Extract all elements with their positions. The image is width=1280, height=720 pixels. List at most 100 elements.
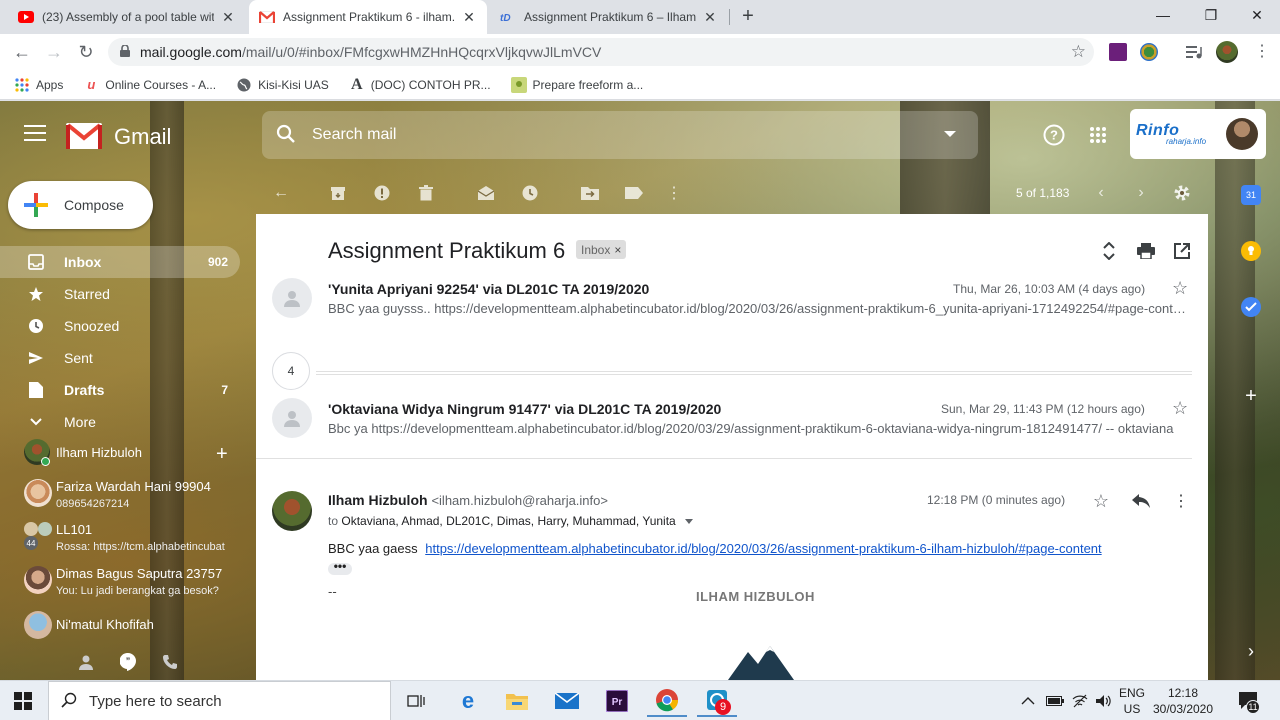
bookmark-online-courses[interactable]: u Online Courses - A... — [83, 77, 216, 93]
snooze-icon[interactable] — [519, 182, 541, 204]
address-bar[interactable]: mail.google.com/mail/u/0/#inbox/FMfcgxwH… — [108, 38, 1094, 66]
mail-app-icon[interactable] — [547, 685, 587, 717]
collapsed-messages-button[interactable]: 4 — [272, 352, 310, 390]
taskbar-search-box[interactable]: Type here to search — [48, 681, 391, 720]
close-tab-icon[interactable]: ✕ — [220, 9, 236, 26]
volume-icon[interactable] — [1096, 681, 1112, 720]
minimize-button[interactable]: — — [1140, 0, 1186, 30]
close-window-button[interactable]: ✕ — [1234, 0, 1280, 30]
delete-icon[interactable] — [415, 182, 437, 204]
input-language[interactable]: ENG US — [1118, 681, 1146, 720]
action-center-icon[interactable]: 11 — [1238, 691, 1260, 714]
google-apps-icon[interactable] — [1086, 123, 1110, 147]
close-tab-icon[interactable]: ✕ — [702, 9, 718, 26]
contact-item[interactable]: 44 LL101 Rossa: https://tcm.alphabetincu… — [24, 520, 249, 560]
taskbar-search-input[interactable]: Type here to search — [89, 693, 222, 710]
bookmark-star-icon[interactable]: ☆ — [1071, 42, 1086, 62]
inbox-label-chip[interactable]: Inbox × — [576, 240, 627, 259]
back-arrow-icon[interactable]: ← — [10, 40, 34, 64]
nav-item-more[interactable]: More — [0, 406, 240, 438]
bookmark-apps[interactable]: Apps — [14, 77, 63, 93]
keep-icon[interactable] — [1241, 241, 1261, 261]
help-icon[interactable]: ? — [1042, 123, 1066, 147]
bookmark-doc-contoh[interactable]: A (DOC) CONTOH PR... — [349, 76, 491, 93]
mark-unread-icon[interactable] — [475, 182, 497, 204]
new-conversation-plus-icon[interactable]: + — [216, 443, 228, 466]
star-icon[interactable]: ☆ — [1172, 278, 1188, 299]
wifi-icon[interactable] — [1072, 681, 1088, 720]
nav-item-starred[interactable]: Starred — [0, 278, 240, 310]
settings-gear-icon[interactable] — [1171, 182, 1193, 204]
nav-item-sent[interactable]: Sent — [0, 342, 240, 374]
task-view-icon[interactable] — [396, 685, 436, 717]
calendar-icon[interactable]: 31 — [1241, 185, 1261, 205]
gmail-logo[interactable]: Gmail — [66, 121, 171, 152]
nav-item-inbox[interactable]: Inbox 902 — [0, 246, 240, 278]
contact-item[interactable]: Fariza Wardah Hani 99904 089654267214 — [24, 477, 249, 517]
main-menu-icon[interactable] — [24, 125, 46, 141]
contact-item[interactable]: Dimas Bagus Saputra 23757 You: Lu jadi b… — [24, 564, 249, 604]
star-icon[interactable]: ☆ — [1172, 398, 1188, 419]
get-addons-plus-icon[interactable]: + — [1241, 385, 1261, 407]
forward-arrow-icon[interactable]: → — [42, 40, 66, 64]
older-chevron-icon[interactable]: › — [1130, 182, 1152, 204]
search-input[interactable]: Search mail — [312, 126, 396, 144]
search-mail-bar[interactable]: Search mail — [262, 111, 978, 159]
extension-globe-icon[interactable] — [1140, 43, 1158, 61]
more-actions-icon[interactable]: ⋮ — [663, 182, 685, 204]
bookmark-prepare-freeform[interactable]: Prepare freeform a... — [510, 76, 643, 93]
report-spam-icon[interactable] — [371, 182, 393, 204]
hangouts-user[interactable]: Ilham Hizbuloh — [24, 439, 142, 466]
file-explorer-icon[interactable] — [497, 685, 537, 717]
windows-start-icon[interactable] — [14, 692, 32, 710]
whatsapp-app-icon[interactable]: 9 — [697, 685, 737, 717]
tab-youtube[interactable]: (23) Assembly of a pool table wit ✕ — [8, 0, 246, 34]
back-to-inbox-icon[interactable]: ← — [270, 182, 292, 204]
newer-chevron-icon[interactable]: ‹ — [1090, 182, 1112, 204]
tab-wordpress[interactable]: tD Assignment Praktikum 6 – Ilham ✕ — [490, 0, 728, 34]
browser-menu-icon[interactable]: ⋮ — [1253, 43, 1271, 61]
hangouts-chat-icon[interactable]: ” — [119, 652, 136, 676]
archive-icon[interactable] — [327, 182, 349, 204]
body-link[interactable]: https://developmentteam.alphabetincubato… — [425, 541, 1101, 556]
reply-icon[interactable] — [1130, 490, 1152, 512]
show-trimmed-content-button[interactable]: ••• — [328, 560, 352, 575]
contact-name: Fariza Wardah Hani 99904 — [56, 479, 211, 494]
battery-icon[interactable] — [1046, 681, 1064, 720]
open-new-window-icon[interactable] — [1171, 240, 1193, 262]
phone-icon[interactable] — [162, 654, 178, 675]
edge-icon[interactable]: e — [448, 685, 488, 717]
extension-icon[interactable] — [1109, 43, 1127, 61]
profile-avatar[interactable] — [1216, 41, 1238, 63]
show-details-caret-icon[interactable] — [685, 519, 694, 525]
remove-label-icon[interactable]: × — [614, 243, 621, 257]
expand-side-panel-icon[interactable]: › — [1241, 641, 1261, 661]
print-icon[interactable] — [1135, 240, 1157, 262]
move-to-icon[interactable] — [579, 182, 601, 204]
label-icon[interactable] — [623, 182, 645, 204]
tab-gmail[interactable]: Assignment Praktikum 6 - ilham.h ✕ — [249, 0, 487, 34]
chrome-icon[interactable] — [647, 685, 687, 717]
contact-item[interactable]: Ni'matul Khofifah — [24, 609, 249, 649]
tasks-icon[interactable] — [1241, 297, 1261, 317]
search-icon[interactable] — [276, 124, 296, 147]
avatar — [38, 522, 52, 536]
close-tab-icon[interactable]: ✕ — [461, 9, 477, 26]
compose-button[interactable]: Compose — [8, 181, 153, 229]
nav-item-drafts[interactable]: Drafts 7 — [0, 374, 240, 406]
more-options-icon[interactable]: ⋮ — [1170, 490, 1192, 512]
expand-all-icon[interactable] — [1098, 240, 1120, 262]
restore-button[interactable]: ❐ — [1188, 0, 1234, 30]
media-playlist-icon[interactable] — [1185, 43, 1203, 61]
search-options-caret-icon[interactable] — [944, 131, 956, 137]
show-hidden-icons-caret-icon[interactable] — [1021, 681, 1035, 720]
star-icon[interactable]: ☆ — [1090, 490, 1112, 512]
recipients-line[interactable]: to Oktaviana, Ahmad, DL201C, Dimas, Harr… — [328, 514, 694, 528]
premiere-pro-icon[interactable]: Pr — [597, 685, 637, 717]
reload-icon[interactable]: ↻ — [74, 40, 98, 64]
system-clock[interactable]: 12:18 30/03/2020 — [1150, 685, 1216, 717]
person-icon[interactable] — [78, 654, 94, 675]
nav-item-snoozed[interactable]: Snoozed — [0, 310, 240, 342]
bookmark-kisi-kisi[interactable]: Kisi-Kisi UAS — [236, 77, 329, 93]
new-tab-button[interactable]: + — [738, 5, 758, 29]
